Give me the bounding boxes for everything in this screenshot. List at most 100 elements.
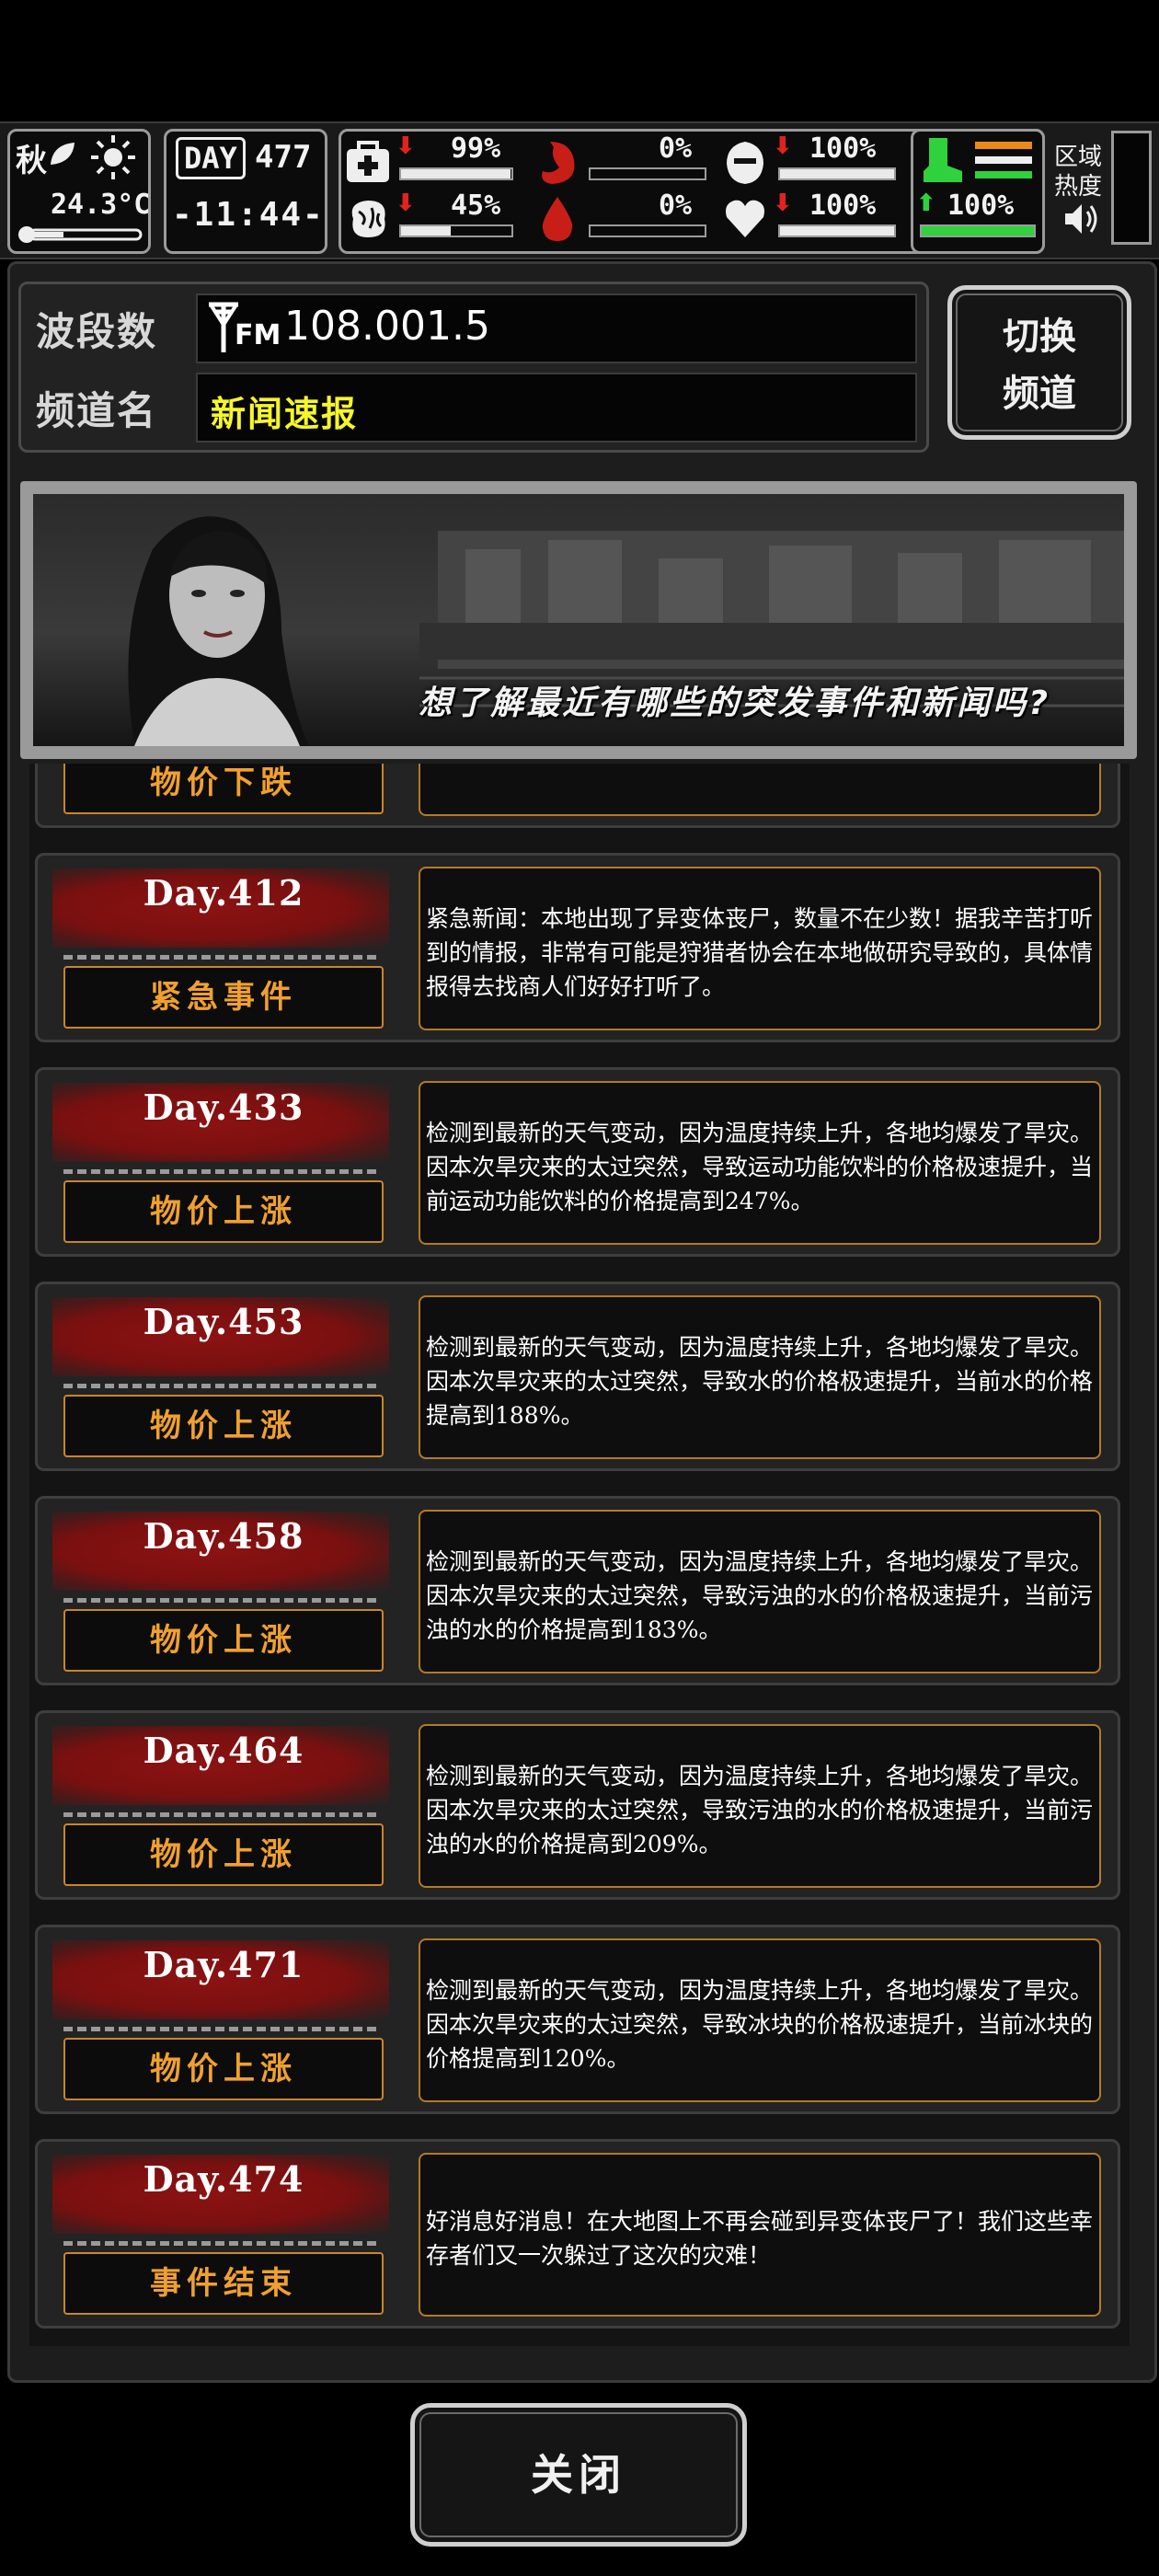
trend-down-arrow: ⬇ bbox=[773, 190, 793, 217]
news-day: Day.474 bbox=[143, 2158, 304, 2200]
woman-portrait-icon bbox=[128, 516, 309, 746]
news-text: 检测到最新的天气变动，因为温度持续上升，各地均爆发了旱灾。因本次旱灾来的太过突然… bbox=[426, 1976, 1094, 2072]
news-list[interactable]: 物价下跌价格持续下降，目前已降低到94% Day.412 紧急事件紧急新闻：本地出现… bbox=[29, 764, 1130, 2346]
divider bbox=[63, 1384, 376, 1388]
medkit-icon bbox=[347, 141, 389, 182]
weather-panel: 秋 24.3°C bbox=[7, 129, 151, 254]
trend-down-arrow: ⬇ bbox=[773, 132, 793, 160]
banner-caption: 想了解最近有哪些的突发事件和新闻吗? bbox=[419, 684, 1050, 722]
news-text: 紧急新闻：本地出现了异变体丧尸，数量不在少数！据我辛苦打听到的情报，非常有可能是… bbox=[426, 904, 1094, 1000]
news-card: Day.464 物价上涨 检测到最新的天气变动，因为温度持续上升，各地均爆发了旱灾。… bbox=[35, 1710, 1120, 1900]
divider bbox=[63, 955, 376, 960]
news-card: Day.412 紧急事件 紧急新闻：本地出现了异变体丧尸，数量不在少数！据我辛苦打听… bbox=[35, 853, 1120, 1042]
news-category-tag: 物价上涨 bbox=[63, 1609, 384, 1672]
shield-icon bbox=[727, 142, 763, 184]
mental-bar-fill bbox=[401, 226, 451, 236]
frequency-box: 波段数 FM 108.001.5 频道名 新闻速报 bbox=[18, 282, 929, 453]
sun-icon bbox=[91, 135, 135, 179]
stomach-icon bbox=[542, 142, 575, 184]
trend-up-arrow: ⬆ bbox=[916, 190, 936, 217]
health-bar bbox=[399, 167, 513, 180]
divider bbox=[63, 2027, 376, 2031]
news-category-tag: 紧急事件 bbox=[63, 966, 384, 1029]
news-card: Day.433 物价上涨 检测到最新的天气变动，因为温度持续上升，各地均爆发了旱灾。… bbox=[35, 1067, 1120, 1257]
armor-bar bbox=[778, 167, 896, 180]
clock: -11:44- bbox=[172, 196, 325, 234]
temperature-value: 24.3°C bbox=[51, 189, 151, 221]
news-day: Day.433 bbox=[143, 1087, 304, 1128]
news-card: Day.453 物价上涨 检测到最新的天气变动，因为温度持续上升，各地均爆发了旱灾。… bbox=[35, 1282, 1120, 1471]
heart-icon bbox=[726, 200, 764, 237]
news-text: 检测到最新的天气变动，因为温度持续上升，各地均爆发了旱灾。因本次旱灾来的太过突然… bbox=[426, 1333, 1094, 1429]
channel-label: 频道名 bbox=[36, 388, 158, 433]
news-description-box: 检测到最新的天气变动，因为温度持续上升，各地均爆发了旱灾。因本次旱灾来的太过突然… bbox=[419, 1724, 1101, 1888]
switch-label-line2: 频道 bbox=[1003, 372, 1076, 415]
news-card: Day.458 物价上涨 检测到最新的天气变动，因为温度持续上升，各地均爆发了旱灾。… bbox=[35, 1496, 1120, 1685]
stamina-bar bbox=[920, 224, 1036, 237]
armor-bar-fill bbox=[780, 169, 894, 178]
news-description-box: 价格持续下降，目前已降低到94% bbox=[419, 764, 1101, 816]
divider bbox=[63, 2241, 376, 2246]
channel-field: 新闻速报 bbox=[196, 373, 917, 443]
channel-value: 新闻速报 bbox=[211, 393, 359, 434]
news-category-tag: 物价上涨 bbox=[63, 1180, 384, 1243]
news-category-tag: 物价上涨 bbox=[63, 1395, 384, 1457]
news-category-tag: 物价下跌 bbox=[63, 764, 384, 814]
thirst-value: 0% bbox=[659, 190, 693, 222]
band-field: FM 108.001.5 bbox=[196, 293, 917, 363]
news-description-box: 检测到最新的天气变动，因为温度持续上升，各地均爆发了旱灾。因本次旱灾来的太过突然… bbox=[419, 1295, 1101, 1459]
status-hud: 秋 24.3°C DAY 477 -11:44- ⬇ 99% 0% ⬇ 100%… bbox=[0, 121, 1159, 259]
fm-label: FM bbox=[235, 319, 281, 351]
news-description-box: 检测到最新的天气变动，因为温度持续上升，各地均爆发了旱灾。因本次旱灾来的太过突然… bbox=[419, 1510, 1101, 1673]
news-description-box: 紧急新闻：本地出现了异变体丧尸，数量不在少数！据我辛苦打听到的情报，非常有可能是… bbox=[419, 867, 1101, 1030]
hunger-bar bbox=[589, 167, 706, 180]
news-description-box: 好消息好消息！在大地图上不再会碰到异变体丧尸了！我们这些幸存者们又一次躲过了这次… bbox=[419, 2153, 1101, 2317]
news-category-tag: 物价上涨 bbox=[63, 1823, 384, 1886]
news-banner: 想了解最近有哪些的突发事件和新闻吗? bbox=[20, 481, 1137, 759]
band-label: 波段数 bbox=[36, 309, 158, 354]
divider bbox=[63, 1169, 376, 1174]
heart-bar bbox=[778, 224, 896, 237]
blood-drop-icon bbox=[542, 197, 573, 241]
health-bar-fill bbox=[401, 169, 511, 178]
boot-icon bbox=[924, 138, 962, 182]
thirst-bar bbox=[589, 224, 706, 237]
heat-label: 热度 bbox=[1054, 173, 1103, 201]
switch-channel-button[interactable]: 切换 频道 bbox=[947, 285, 1131, 440]
news-card: Day.474 事件结束 好消息好消息！在大地图上不再会碰到异变体丧尸了！我们这些幸… bbox=[35, 2139, 1120, 2329]
heart-bar-fill bbox=[780, 226, 894, 236]
news-day: Day.471 bbox=[143, 1944, 304, 1985]
season-label: 秋 bbox=[16, 143, 47, 179]
news-day: Day.464 bbox=[143, 1730, 304, 1771]
news-category-tag: 物价上涨 bbox=[63, 2038, 384, 2100]
divider bbox=[63, 1598, 376, 1603]
region-heat-meter bbox=[1111, 131, 1152, 245]
band-value: 108.001.5 bbox=[284, 303, 490, 350]
stamina-value: 100% bbox=[947, 190, 1015, 222]
news-text: 检测到最新的天气变动，因为温度持续上升，各地均爆发了旱灾。因本次旱灾来的太过突然… bbox=[426, 1762, 1094, 1857]
switch-label-line1: 切换 bbox=[1003, 315, 1076, 358]
stamina-bar-fill bbox=[922, 226, 1034, 236]
brain-icon bbox=[351, 201, 385, 237]
news-card: 物价下跌价格持续下降，目前已降低到94% bbox=[35, 764, 1120, 828]
news-day: Day.453 bbox=[143, 1301, 304, 1342]
armor-value: 100% bbox=[809, 132, 877, 165]
news-day: Day.458 bbox=[143, 1515, 304, 1557]
day-label: DAY bbox=[176, 137, 246, 179]
speaker-icon[interactable] bbox=[1061, 201, 1102, 237]
news-description-box: 检测到最新的天气变动，因为温度持续上升，各地均爆发了旱灾。因本次旱灾来的太过突然… bbox=[419, 1938, 1101, 2102]
heart-value: 100% bbox=[809, 190, 877, 222]
hunger-value: 0% bbox=[659, 132, 693, 165]
mental-value: 45% bbox=[451, 190, 501, 222]
speed-lines-icon bbox=[975, 142, 1032, 178]
news-card: Day.471 物价上涨 检测到最新的天气变动，因为温度持续上升，各地均爆发了旱灾。… bbox=[35, 1925, 1120, 2114]
divider bbox=[63, 1812, 376, 1817]
thermometer-icon bbox=[18, 226, 143, 243]
leaf-icon bbox=[51, 143, 75, 165]
close-button[interactable]: 关闭 bbox=[410, 2403, 747, 2547]
news-text: 好消息好消息！在大地图上不再会碰到异变体丧尸了！我们这些幸存者们又一次躲过了这次… bbox=[426, 2208, 1094, 2269]
news-text: 检测到最新的天气变动，因为温度持续上升，各地均爆发了旱灾。因本次旱灾来的太过突然… bbox=[426, 1547, 1094, 1643]
news-day: Day.412 bbox=[143, 872, 304, 914]
day-panel: DAY 477 -11:44- bbox=[164, 129, 327, 254]
day-counter: 477 bbox=[255, 139, 312, 176]
